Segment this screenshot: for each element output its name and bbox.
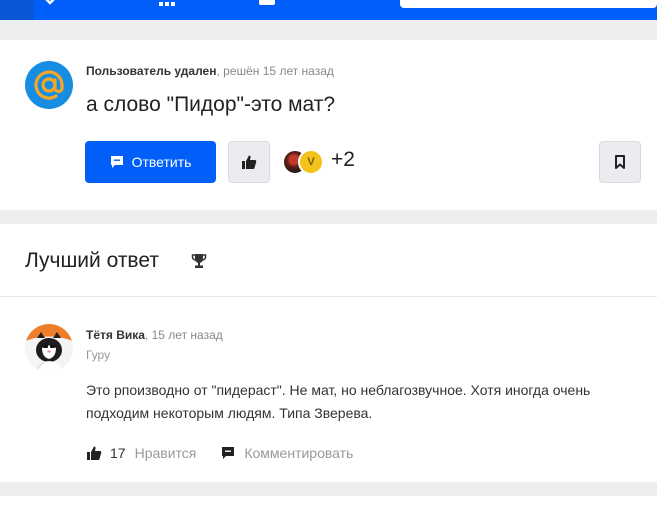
comment-button[interactable]: Комментировать: [221, 445, 353, 461]
logo-area[interactable]: [0, 0, 34, 20]
chat-bubble-icon: [110, 156, 123, 168]
answer-author-name[interactable]: Тётя Вика: [86, 328, 145, 342]
like-question-button[interactable]: [228, 141, 270, 183]
section-divider: [0, 296, 657, 297]
comment-button-label: Комментировать: [244, 445, 354, 461]
comment-icon: [222, 447, 235, 459]
answer-actions: 17 Нравится Комментировать: [86, 443, 353, 463]
answer-author-avatar[interactable]: [25, 324, 73, 372]
reply-button[interactable]: Ответить: [85, 141, 216, 183]
trophy-icon: [191, 254, 207, 268]
question-meta: Пользователь удален, решён 15 лет назад: [86, 64, 334, 78]
top-navigation-bar: [0, 0, 657, 20]
bookmark-button[interactable]: [599, 141, 641, 183]
search-input[interactable]: [400, 0, 657, 8]
thumbs-up-icon: [242, 155, 257, 169]
answer-meta: Тётя Вика, 15 лет назад: [86, 328, 223, 342]
best-answer-card: Лучший ответ Тётя Вика, 15 лет назад Гур…: [0, 224, 657, 482]
thumbs-up-icon[interactable]: [86, 445, 102, 461]
bookmark-icon: [615, 155, 625, 169]
question-status: , решён 15 лет назад: [216, 64, 334, 78]
nav-arrow-icon[interactable]: [42, 0, 58, 6]
cat-avatar-icon: [25, 324, 73, 372]
nav-tile-icon[interactable]: [258, 0, 276, 6]
answer-like-count: 17: [110, 445, 126, 461]
next-card: [0, 496, 657, 516]
question-author-avatar[interactable]: [25, 61, 73, 109]
voter-avatar: V: [298, 149, 324, 175]
best-answer-heading: Лучший ответ: [25, 249, 159, 272]
question-card: Пользователь удален, решён 15 лет назад …: [0, 40, 657, 210]
answer-author-rank: Гуру: [86, 348, 111, 362]
apps-grid-icon[interactable]: [158, 0, 176, 6]
question-author-name[interactable]: Пользователь удален: [86, 64, 216, 78]
answer-time: , 15 лет назад: [144, 328, 223, 342]
at-sign-icon: [34, 70, 64, 100]
reply-button-label: Ответить: [131, 154, 192, 170]
answer-text: Это рпоизводно от "пидераст". Не мат, но…: [86, 382, 591, 421]
voters-count[interactable]: +2: [331, 148, 355, 172]
question-title: а слово "Пидор"-это мат?: [86, 93, 336, 116]
like-answer-button[interactable]: Нравится: [135, 445, 197, 461]
